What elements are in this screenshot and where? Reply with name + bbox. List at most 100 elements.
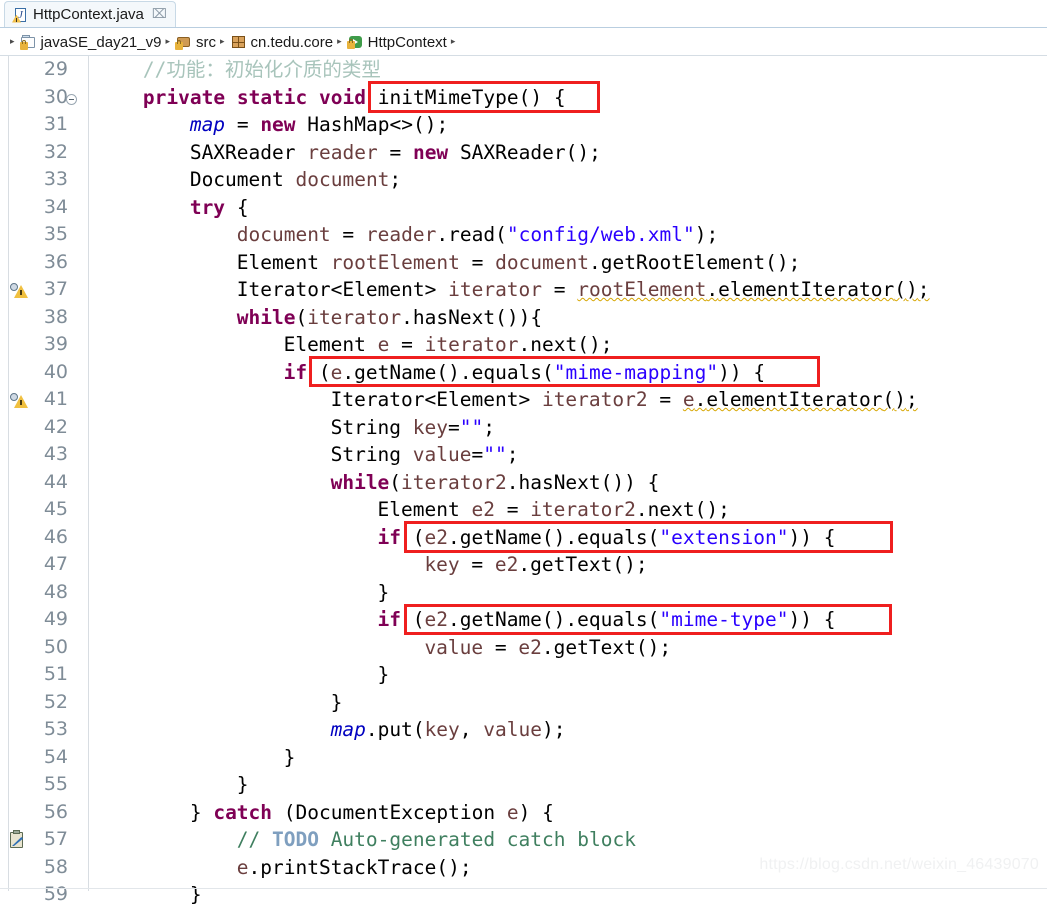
code-line[interactable]: 43 String value=""; — [0, 441, 1047, 469]
code-text[interactable]: Document document; — [190, 166, 401, 194]
line-number: 42 — [43, 415, 68, 438]
code-line[interactable]: 35 document = reader.read("config/web.xml… — [0, 221, 1047, 249]
code-lines: 29 //功能：初始化介质的类型 30 private static void ini… — [0, 56, 1047, 909]
code-line[interactable]: 50 value = e2.getText(); — [0, 634, 1047, 662]
line-number: 34 — [43, 195, 68, 218]
code-text[interactable]: } — [331, 689, 343, 717]
code-text[interactable]: if (e2.getName().equals("mime-type")) { — [378, 606, 836, 634]
line-number: 45 — [43, 498, 68, 520]
breadcrumb-item-package[interactable]: ▸ cn.tedu.core — [216, 29, 333, 55]
code-line[interactable]: 51} — [0, 661, 1047, 689]
code-text[interactable]: } — [190, 881, 202, 909]
code-text[interactable]: } catch (DocumentException e) { — [190, 799, 554, 827]
code-line[interactable]: 44 while(iterator2.hasNext()) { — [0, 469, 1047, 497]
breadcrumb-label-class: HttpContext — [367, 33, 447, 51]
line-number: 29 — [43, 58, 68, 80]
code-text[interactable]: value = e2.getText(); — [424, 634, 671, 662]
editor-tab-httpcontext[interactable]: J HttpContext.java ⌧ — [4, 1, 176, 27]
code-text[interactable]: map.put(key, value); — [331, 716, 566, 744]
line-number: 52 — [43, 690, 68, 713]
code-line[interactable]: 47 key = e2.getText(); — [0, 551, 1047, 579]
code-line[interactable]: 39 Element e = iterator.next(); — [0, 331, 1047, 359]
code-line[interactable]: 41 Iterator<Element> iterator2 = e.elemen… — [0, 386, 1047, 414]
code-text[interactable]: while(iterator2.hasNext()) { — [331, 469, 660, 497]
code-text[interactable]: } — [378, 579, 390, 607]
code-text[interactable]: document = reader.read("config/web.xml")… — [237, 221, 718, 249]
code-text[interactable]: Iterator<Element> iterator2 = e.elementI… — [331, 386, 918, 414]
breadcrumb-label-src: src — [196, 33, 216, 51]
line-number: 36 — [43, 250, 68, 273]
breadcrumb-label-package: cn.tedu.core — [250, 33, 334, 51]
watermark: https://blog.csdn.net/weixin_46439070 — [759, 856, 1039, 873]
code-text[interactable]: } — [284, 744, 296, 772]
code-text[interactable]: Element rootElement = document.getRootEl… — [237, 249, 801, 277]
code-text[interactable]: String value=""; — [331, 441, 519, 469]
code-text[interactable]: try { — [190, 194, 249, 222]
code-text[interactable]: key = e2.getText(); — [424, 551, 647, 579]
code-text[interactable]: map = new HashMap<>(); — [190, 111, 448, 139]
code-editor[interactable]: 29 //功能：初始化介质的类型 30 private static void ini… — [0, 56, 1047, 906]
code-line[interactable]: 33 Document document; — [0, 166, 1047, 194]
package-icon — [230, 34, 247, 50]
code-line[interactable]: 59} — [0, 881, 1047, 909]
collapse-fold-icon[interactable] — [66, 93, 77, 105]
chevron-right-icon: ▸ — [165, 37, 170, 47]
code-line[interactable]: 36 Element rootElement = document.getRoot… — [0, 249, 1047, 277]
code-line[interactable]: 46 if (e2.getName().equals("extension")) … — [0, 524, 1047, 552]
code-line[interactable]: 32 SAXReader reader = new SAXReader(); — [0, 139, 1047, 167]
code-line[interactable]: 30 private static void initMimeType() { — [0, 84, 1047, 112]
code-text[interactable]: if (e.getName().equals("mime-mapping")) … — [284, 359, 766, 387]
code-line[interactable]: 52} — [0, 689, 1047, 717]
code-text[interactable]: Element e = iterator.next(); — [284, 331, 613, 359]
code-line[interactable]: 29 //功能：初始化介质的类型 — [0, 56, 1047, 84]
code-line[interactable]: 34 try { — [0, 194, 1047, 222]
code-text[interactable]: String key=""; — [331, 414, 495, 442]
code-text[interactable]: private static void initMimeType() { — [143, 84, 566, 112]
code-text[interactable]: while(iterator.hasNext()){ — [237, 304, 542, 332]
bottom-divider — [0, 888, 1047, 889]
code-line[interactable]: 53 map.put(key, value); — [0, 716, 1047, 744]
chevron-right-icon: ▸ — [337, 37, 342, 47]
line-number: 54 — [43, 745, 68, 768]
code-line[interactable]: 49 if (e2.getName().equals("mime-type")) … — [0, 606, 1047, 634]
line-number: 32 — [43, 140, 68, 163]
line-number: 58 — [43, 855, 68, 878]
code-text[interactable]: // TODO Auto-generated catch block — [237, 826, 636, 854]
code-line[interactable]: 38 while(iterator.hasNext()){ — [0, 304, 1047, 332]
code-line[interactable]: 37 Iterator<Element> iterator = rootEleme… — [0, 276, 1047, 304]
code-text[interactable]: SAXReader reader = new SAXReader(); — [190, 139, 601, 167]
code-text[interactable]: e.printStackTrace(); — [237, 854, 472, 882]
code-line[interactable]: 54} — [0, 744, 1047, 772]
chevron-right-icon: ▸ — [10, 37, 15, 47]
code-line[interactable]: 45 Element e2 = iterator2.next(); — [0, 496, 1047, 524]
breadcrumb-trailing-chevron[interactable]: ▸ — [447, 29, 461, 55]
close-icon[interactable]: ⌧ — [152, 8, 167, 21]
line-number: 41 — [43, 388, 68, 410]
code-line[interactable]: 56} catch (DocumentException e) { — [0, 799, 1047, 827]
line-number: 33 — [43, 168, 68, 190]
line-number: 48 — [43, 580, 68, 603]
code-text[interactable]: } — [378, 661, 390, 689]
code-text[interactable]: Element e2 = iterator2.next(); — [378, 496, 730, 524]
line-number: 39 — [43, 333, 68, 355]
java-project-icon — [19, 34, 37, 50]
code-text[interactable]: } — [237, 771, 249, 799]
line-number: 55 — [43, 773, 68, 795]
code-line[interactable]: 48} — [0, 579, 1047, 607]
code-line[interactable]: 40 if (e.getName().equals("mime-mapping")… — [0, 359, 1047, 387]
code-line[interactable]: 57 // TODO Auto-generated catch block — [0, 826, 1047, 854]
code-line[interactable]: 42 String key=""; — [0, 414, 1047, 442]
breadcrumb-item-src[interactable]: ▸ src — [161, 29, 216, 55]
code-line[interactable]: 31 map = new HashMap<>(); — [0, 111, 1047, 139]
breadcrumb-label-project: javaSE_day21_v9 — [40, 33, 162, 51]
line-number: 40 — [43, 360, 68, 383]
line-number: 46 — [43, 525, 68, 548]
code-line[interactable]: 55} — [0, 771, 1047, 799]
code-text[interactable]: //功能：初始化介质的类型 — [143, 56, 381, 84]
line-number: 31 — [43, 113, 68, 135]
breadcrumb-item-class[interactable]: ▸ HttpContext — [333, 29, 447, 55]
code-text[interactable]: Iterator<Element> iterator = rootElement… — [237, 276, 930, 304]
breadcrumb-item-project[interactable]: ▸ javaSE_day21_v9 — [6, 29, 161, 55]
line-number: 43 — [43, 443, 68, 465]
code-text[interactable]: if (e2.getName().equals("extension")) { — [378, 524, 836, 552]
